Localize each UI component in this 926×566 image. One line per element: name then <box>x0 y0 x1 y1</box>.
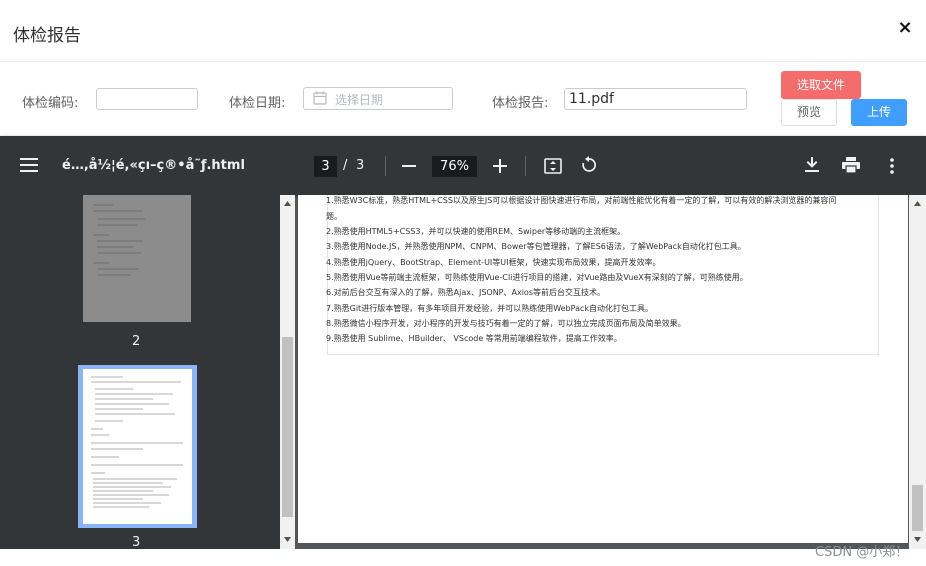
page-number-input[interactable]: 3 <box>314 156 337 177</box>
thumbnail-page-2-content <box>93 204 145 276</box>
thumbnail-label: 2 <box>132 334 141 349</box>
skill-line: 4.熟悉使用jQuery、BootStrap、Element-UI等UI框架，快… <box>326 258 661 267</box>
skill-line: 8.熟悉微信小程序开发，对小程序的开发与技巧有着一定的了解，可以独立完成页面布局… <box>326 319 686 328</box>
thumbnail-page-2[interactable] <box>83 195 191 322</box>
skill-line: 3.熟悉使用Node.JS，并熟悉使用NPM、CNPM、Bower等包管理器，了… <box>326 242 746 251</box>
print-icon[interactable] <box>842 157 860 173</box>
page-total: 3 <box>356 158 365 173</box>
date-label: 体检日期: <box>229 96 286 111</box>
pdf-toolbar: é…,å½¦é,«çı–ç®•å˜ƒ.html 3 / 3 76% <box>0 136 926 195</box>
thumbnail-page-3 <box>83 369 192 524</box>
preview-button[interactable]: 预览 <box>781 99 837 126</box>
download-icon[interactable] <box>805 157 819 173</box>
menu-icon[interactable] <box>20 158 38 172</box>
close-icon[interactable]: × <box>896 19 914 37</box>
thumbnail-page-3-content <box>91 376 183 508</box>
page-scrollbar-thumb[interactable] <box>912 485 923 531</box>
sidebar-scrollbar[interactable] <box>280 195 295 549</box>
pick-file-button[interactable]: 选取文件 <box>781 71 861 99</box>
zoom-level-input[interactable]: 76% <box>432 156 477 177</box>
skill-line: 6.对前后台交互有深入的了解，熟悉Ajax、JSONP、Axios等前后台交互技… <box>326 288 605 297</box>
code-label: 体检编码: <box>22 96 79 111</box>
file-name-field[interactable]: 11.pdf <box>564 88 747 110</box>
scroll-up-arrow-icon[interactable] <box>914 201 921 206</box>
pdf-viewer: é…,å½¦é,«çı–ç®•å˜ƒ.html 3 / 3 76% 2 3 1.… <box>0 136 926 549</box>
fit-page-icon[interactable] <box>544 158 562 174</box>
report-label: 体检报告: <box>492 96 549 111</box>
code-input[interactable] <box>96 88 198 110</box>
date-placeholder: 选择日期 <box>335 93 384 107</box>
pdf-page: 1.熟悉W3C标准，熟悉HTML+CSS以及原生JS可以根据设计图快速进行布局，… <box>298 195 908 543</box>
dialog-title: 体检报告 <box>13 26 81 46</box>
skill-line: 题。 <box>326 212 342 221</box>
page-separator: / <box>343 158 348 173</box>
skill-line: 1.熟悉W3C标准，熟悉HTML+CSS以及原生JS可以根据设计图快速进行布局，… <box>326 196 837 205</box>
toolbar-divider <box>525 156 526 176</box>
skill-line: 9.熟悉使用 Sublime、HBuilder、 VScode 等常用前端编程软… <box>326 334 622 343</box>
skill-line: 7.熟悉Git进行版本管理，有多年项目开发经验，并可以熟练使用WebPack自动… <box>326 304 654 313</box>
calendar-icon <box>313 91 327 105</box>
scroll-down-arrow-icon[interactable] <box>914 537 921 542</box>
zoom-in-icon[interactable] <box>493 159 507 173</box>
more-options-icon[interactable] <box>890 158 894 174</box>
skill-line: 5.熟悉使用Vue等前端主流框架，可熟练使用Vue-Cli进行项目的搭建，对Vu… <box>326 273 748 282</box>
rotate-icon[interactable] <box>580 156 598 174</box>
document-title: é…,å½¦é,«çı–ç®•å˜ƒ.html <box>62 158 245 173</box>
scroll-down-arrow-icon[interactable] <box>284 537 291 542</box>
watermark: CSDN @小郑！ <box>815 545 909 560</box>
thumbnail-sidebar: 2 3 <box>0 195 295 549</box>
thumbnail-label: 3 <box>132 535 141 549</box>
upload-button[interactable]: 上传 <box>851 99 907 126</box>
date-picker[interactable]: 选择日期 <box>303 87 453 110</box>
zoom-out-icon[interactable] <box>402 165 416 167</box>
report-dialog: 体检报告 × 体检编码: 体检日期: 选择日期 体检报告: 11.pdf 选取文… <box>0 0 926 566</box>
page-scrollbar[interactable] <box>909 195 926 549</box>
dialog-header: 体检报告 × <box>0 0 926 62</box>
thumbnail-page-3-selected[interactable] <box>78 365 197 528</box>
toolbar-divider <box>385 156 386 176</box>
scroll-up-arrow-icon[interactable] <box>284 201 291 206</box>
skill-line: 2.熟悉使用HTML5+CSS3，并可以快速的使用REM、Swiper等移动端的… <box>326 227 626 236</box>
sidebar-scrollbar-thumb[interactable] <box>282 337 293 517</box>
